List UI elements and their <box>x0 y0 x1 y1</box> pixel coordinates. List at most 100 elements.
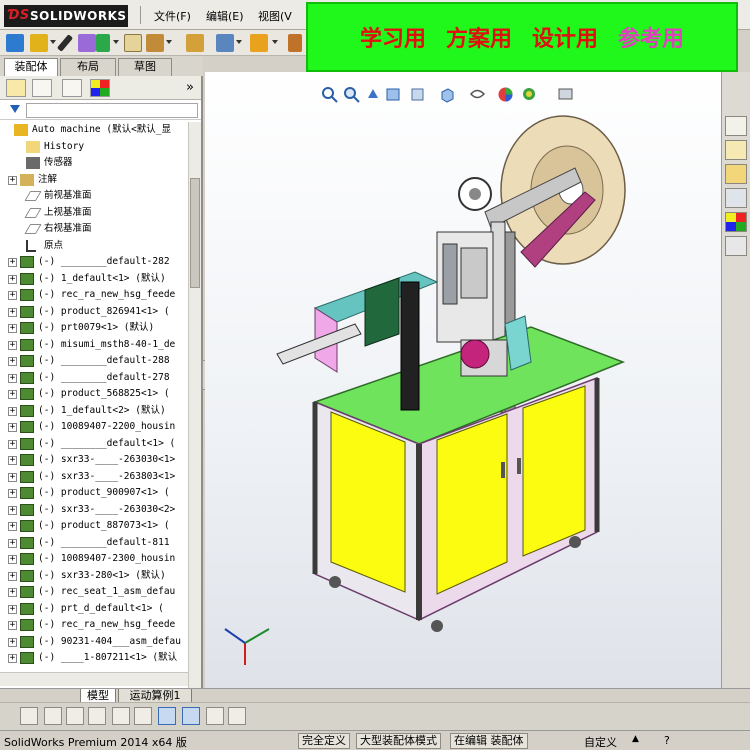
expand-toggle[interactable]: + <box>8 588 17 597</box>
tree-item[interactable]: + 注解 <box>0 172 188 189</box>
explode-icon[interactable] <box>250 34 268 52</box>
file-explorer-icon[interactable] <box>725 164 747 184</box>
menu-edit[interactable]: 编辑(E) <box>206 8 244 24</box>
shaded-view-icon[interactable] <box>182 707 200 725</box>
configuration-manager-icon[interactable] <box>62 79 82 97</box>
tree-item[interactable]: 右视基准面 <box>0 221 188 238</box>
align-icon[interactable] <box>88 707 106 725</box>
new-document-icon[interactable] <box>6 34 24 52</box>
tree-item[interactable]: + (-) 90231-404___asm_defau <box>0 634 188 651</box>
isometric-icon[interactable] <box>20 707 38 725</box>
mate-icon[interactable] <box>146 34 164 52</box>
tree-item[interactable]: + (-) product_887073<1> ( <box>0 518 188 535</box>
tree-item[interactable]: + (-) ________default-282 <box>0 254 188 271</box>
insert-component-icon[interactable] <box>124 34 142 52</box>
trimetric-icon[interactable] <box>44 707 62 725</box>
tree-item[interactable]: + (-) 1_default<1> (默认) <box>0 271 188 288</box>
tree-item[interactable]: 上视基准面 <box>0 205 188 222</box>
split-vertical-icon[interactable] <box>134 707 152 725</box>
expand-toggle[interactable]: + <box>8 538 17 548</box>
tab-motion-study[interactable]: 运动算例1 <box>118 689 192 703</box>
chevron-down-icon[interactable] <box>272 40 278 44</box>
expand-toggle[interactable]: + <box>8 456 17 465</box>
expand-toggle[interactable]: + <box>8 439 17 449</box>
expand-toggle[interactable]: + <box>8 505 17 515</box>
expand-panel-icon[interactable]: » <box>186 80 194 95</box>
tree-scrollbar[interactable] <box>188 122 201 688</box>
tree-item[interactable]: 原点 <box>0 238 188 255</box>
tree-item[interactable]: + (-) 10089407-2200_housin <box>0 419 188 436</box>
tree-item[interactable]: + (-) ________default-288 <box>0 353 188 370</box>
four-view-icon[interactable] <box>206 707 224 725</box>
tree-item[interactable]: + (-) product_568825<1> ( <box>0 386 188 403</box>
expand-toggle[interactable]: + <box>8 390 17 399</box>
display-manager-icon[interactable] <box>90 79 110 97</box>
tab-layout[interactable]: 布局 <box>60 58 116 76</box>
filter-input[interactable] <box>26 103 198 118</box>
menu-view[interactable]: 视图(V <box>258 8 292 24</box>
grid-icon[interactable] <box>112 707 130 725</box>
expand-toggle[interactable]: + <box>8 604 17 614</box>
expand-toggle[interactable]: + <box>8 324 17 333</box>
expand-toggle[interactable]: + <box>8 274 17 284</box>
expand-toggle[interactable]: + <box>8 571 17 581</box>
tree-item[interactable]: + (-) product_826941<1> ( <box>0 304 188 321</box>
expand-toggle[interactable]: + <box>8 406 17 416</box>
feature-icon[interactable] <box>288 34 302 52</box>
custom-properties-icon[interactable] <box>725 236 747 256</box>
expand-toggle[interactable]: + <box>8 637 17 647</box>
tree-item[interactable]: History <box>0 139 188 156</box>
feature-manager-icon[interactable] <box>6 79 26 97</box>
chevron-up-icon[interactable]: ▲ <box>632 734 639 744</box>
expand-toggle[interactable]: + <box>8 555 17 564</box>
chevron-down-icon[interactable] <box>166 40 172 44</box>
expand-toggle[interactable]: + <box>8 258 17 267</box>
tab-assembly[interactable]: 装配体 <box>4 58 58 77</box>
open-folder-icon[interactable] <box>30 34 48 52</box>
design-library-icon[interactable] <box>725 140 747 160</box>
tree-item[interactable]: + (-) product_900907<1> ( <box>0 485 188 502</box>
tree-item[interactable]: + (-) sxr33-280<1> (默认) <box>0 568 188 585</box>
tree-horizontal-scrollbar[interactable] <box>0 672 188 686</box>
expand-toggle[interactable]: + <box>8 472 17 482</box>
tree-item[interactable]: + (-) rec_seat_1_asm_defau <box>0 584 188 601</box>
move-component-icon[interactable] <box>186 34 204 52</box>
appearances-icon[interactable] <box>725 212 747 232</box>
menu-file[interactable]: 文件(F) <box>154 8 191 24</box>
status-large-assembly-mode[interactable]: 大型装配体模式 <box>356 733 441 749</box>
rebuild-icon[interactable] <box>96 34 110 52</box>
expand-toggle[interactable]: + <box>8 307 17 317</box>
tree-item[interactable]: + (-) misumi_msth8-40-1_de <box>0 337 188 354</box>
tree-item[interactable]: Auto machine (默认<默认_显 <box>0 122 188 139</box>
expand-toggle[interactable]: + <box>8 522 17 531</box>
solidworks-resources-icon[interactable] <box>725 116 747 136</box>
tree-item[interactable]: + (-) rec_ra_new_hsg_feede <box>0 287 188 304</box>
scrollbar-thumb[interactable] <box>190 178 200 288</box>
tree-item[interactable]: + (-) 10089407-2300_housin <box>0 551 188 568</box>
tree-item[interactable]: + (-) 1_default<2> (默认) <box>0 403 188 420</box>
expand-toggle[interactable]: + <box>8 175 17 185</box>
view-palette-icon[interactable] <box>725 188 747 208</box>
chevron-down-icon[interactable] <box>113 40 119 44</box>
assembly-model[interactable] <box>205 72 721 688</box>
tree-item[interactable]: + (-) ________default-811 <box>0 535 188 552</box>
expand-toggle[interactable]: + <box>8 423 17 432</box>
single-view-icon[interactable] <box>158 707 176 725</box>
options-icon[interactable] <box>78 34 96 52</box>
expand-toggle[interactable]: + <box>8 621 17 630</box>
tree-item[interactable]: + (-) ________default-278 <box>0 370 188 387</box>
expand-toggle[interactable]: + <box>8 373 17 383</box>
pencil-icon[interactable] <box>56 34 74 52</box>
tree-item[interactable]: + (-) prt0079<1> (默认) <box>0 320 188 337</box>
expand-toggle[interactable]: + <box>8 489 17 498</box>
expand-toggle[interactable]: + <box>8 654 17 663</box>
expand-toggle[interactable]: + <box>8 340 17 350</box>
tree-item[interactable]: + (-) rec_ra_new_hsg_feede <box>0 617 188 634</box>
help-icon[interactable]: ? <box>664 734 670 747</box>
smart-fastener-icon[interactable] <box>216 34 234 52</box>
tree-item[interactable]: + (-) sxr33-____-263803<1> <box>0 469 188 486</box>
tree-item[interactable]: + (-) ________default<1> ( <box>0 436 188 453</box>
expand-toggle[interactable]: + <box>8 357 17 366</box>
tree-item[interactable]: + (-) sxr33-____-263030<1> <box>0 452 188 469</box>
units-custom[interactable]: 自定义 <box>584 734 617 750</box>
